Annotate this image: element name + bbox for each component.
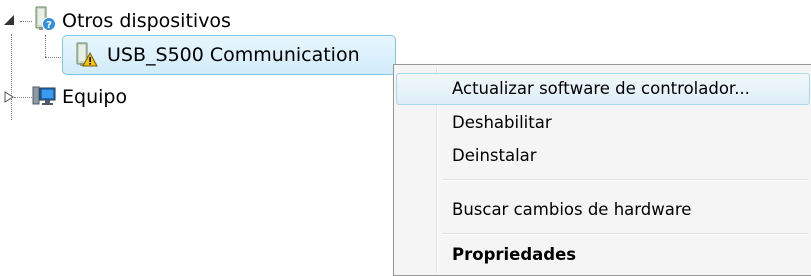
tree-line	[14, 97, 32, 98]
menu-item-uninstall[interactable]: Deinstalar	[396, 140, 810, 172]
menu-item-properties[interactable]: Propriedades	[396, 239, 810, 271]
menu-separator	[442, 233, 808, 235]
tree-item-equipo[interactable]: Equipo	[62, 86, 127, 108]
tree-item-otros-dispositivos[interactable]: Otros dispositivos	[62, 10, 231, 32]
unknown-device-icon: ?	[35, 6, 56, 31]
expand-arrow-icon[interactable]	[3, 91, 15, 103]
computer-icon	[32, 86, 56, 105]
tree-line	[11, 34, 12, 120]
svg-text:?: ?	[46, 20, 52, 31]
warning-device-icon	[76, 42, 98, 67]
tree-line	[20, 21, 32, 22]
menu-item-disable[interactable]: Deshabilitar	[396, 107, 810, 139]
tree-item-usb-s500[interactable]: USB_S500 Communication	[107, 44, 360, 66]
menu-separator	[442, 179, 808, 181]
menu-item-scan-hardware[interactable]: Buscar cambios de hardware	[396, 194, 810, 226]
tree-line	[45, 35, 46, 57]
context-menu: Actualizar software de controlador... De…	[393, 64, 811, 276]
menu-item-update-driver[interactable]: Actualizar software de controlador...	[396, 73, 810, 105]
collapse-arrow-icon[interactable]	[3, 14, 15, 26]
